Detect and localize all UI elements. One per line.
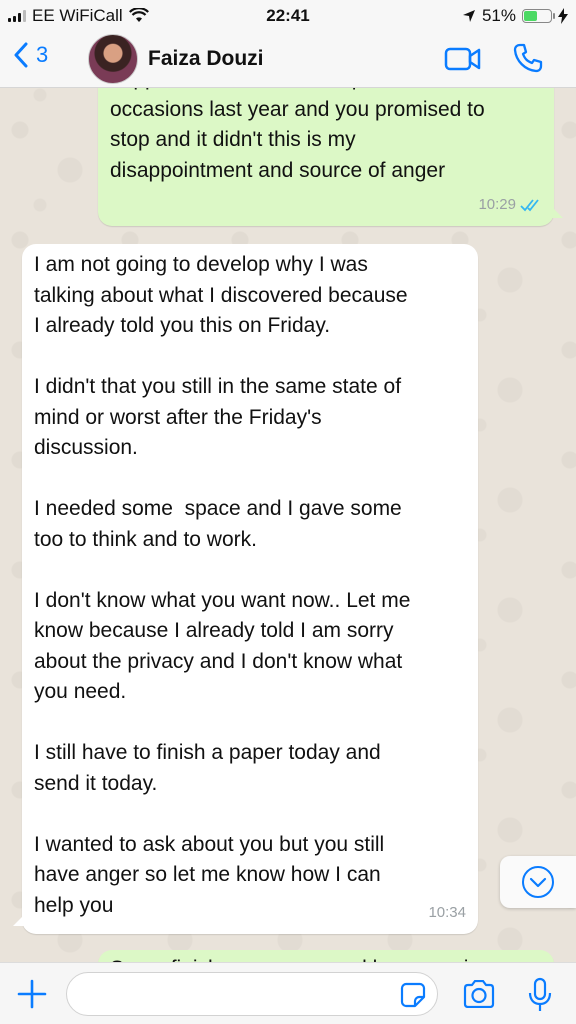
- battery-icon: [522, 9, 555, 23]
- contact-avatar[interactable]: [88, 34, 138, 84]
- contact-name[interactable]: Faiza Douzi: [148, 47, 264, 71]
- composer-bar: [0, 962, 576, 1024]
- battery-percent: 51%: [481, 6, 516, 25]
- chevron-down-circle-icon: [522, 866, 554, 898]
- outgoing-message-bubble[interactable]: happened on at least 4 separate occasion…: [98, 88, 554, 226]
- plus-icon: [17, 979, 47, 1009]
- message-text: So go finish your paper and leave me in …: [110, 950, 542, 962]
- phone-icon: [513, 43, 543, 73]
- camera-icon: [463, 979, 495, 1009]
- battery-fill: [524, 11, 538, 21]
- scroll-to-bottom-button[interactable]: [500, 856, 576, 908]
- status-right: 51%: [462, 6, 568, 26]
- outgoing-message-bubble-partial[interactable]: So go finish your paper and leave me in …: [98, 950, 554, 962]
- back-button[interactable]: 3: [14, 42, 48, 68]
- video-camera-icon: [444, 47, 481, 71]
- status-bar: EE WiFiCall 22:41 51%: [0, 0, 576, 32]
- read-ticks-icon: [520, 199, 539, 212]
- message-time: 10:29: [478, 195, 516, 213]
- message-list[interactable]: happened on at least 4 separate occasion…: [0, 88, 576, 962]
- unread-count: 3: [36, 42, 49, 67]
- message-text: I am not going to develop why I was talk…: [34, 253, 411, 917]
- message-input[interactable]: [66, 972, 438, 1016]
- sticker-button[interactable]: [400, 982, 426, 1013]
- location-arrow-icon: [462, 10, 475, 22]
- video-call-button[interactable]: [444, 46, 482, 77]
- incoming-message-bubble[interactable]: I am not going to develop why I was talk…: [22, 244, 478, 934]
- message-meta: 10:29: [478, 190, 542, 221]
- message-time: 10:34: [428, 903, 466, 921]
- chevron-left-icon: [14, 42, 28, 68]
- sticker-icon: [400, 982, 426, 1008]
- chat-header: 3 Faiza Douzi: [0, 32, 576, 88]
- microphone-icon: [528, 977, 552, 1011]
- message-text: happened on at least 4 separate occasion…: [110, 88, 485, 182]
- camera-button[interactable]: [462, 979, 496, 1013]
- message-meta: 10:34: [428, 898, 466, 929]
- voice-call-button[interactable]: [512, 42, 544, 79]
- attach-button[interactable]: [16, 978, 48, 1015]
- voice-note-button[interactable]: [528, 977, 552, 1018]
- charging-bolt-icon: [558, 8, 568, 24]
